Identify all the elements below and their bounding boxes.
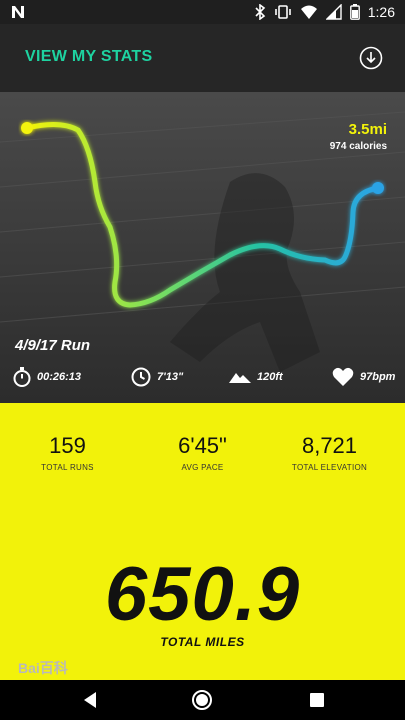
total-runs-label: TOTAL RUNS xyxy=(41,463,94,472)
total-runs-stat: 159 TOTAL RUNS xyxy=(0,433,135,472)
page-title: VIEW MY STATS xyxy=(25,48,153,65)
status-icons: 1:26 xyxy=(254,0,395,24)
battery-icon xyxy=(349,4,360,20)
route-map xyxy=(0,92,405,403)
back-triangle-icon[interactable] xyxy=(78,688,102,712)
vibrate-icon xyxy=(274,5,291,19)
run-date-label: 4/9/17 Run xyxy=(15,337,91,354)
total-miles-label: TOTAL MILES xyxy=(160,635,245,649)
run-distance: 3.5mi xyxy=(348,121,387,138)
heart-rate-value: 97bpm xyxy=(360,371,396,383)
wifi-icon xyxy=(300,5,317,19)
status-time: 1:26 xyxy=(367,4,395,20)
cell-signal-icon xyxy=(325,4,342,20)
notification-n-icon xyxy=(12,6,24,18)
avg-pace-stat: 6'45" AVG PACE xyxy=(135,433,270,472)
run-calories: 974 calories xyxy=(329,141,387,152)
app-header: VIEW MY STATS xyxy=(0,24,405,92)
run-route-card[interactable]: 3.5mi 974 calories 4/9/17 Run 00:26:13 7… xyxy=(0,92,405,403)
app-screen: 1:26 VIEW MY STATS 3.5mi 974 calories 4/… xyxy=(0,0,405,720)
clock-icon xyxy=(131,367,151,387)
watermark-logo: Bai百科 xyxy=(18,660,68,676)
home-circle-icon[interactable] xyxy=(190,688,214,712)
total-runs-value: 159 xyxy=(49,433,86,458)
total-elevation-value: 8,721 xyxy=(301,433,358,458)
pace-stat: 7'13" xyxy=(131,367,183,387)
mountain-icon xyxy=(229,373,251,383)
avg-pace-value: 6'45" xyxy=(178,433,227,458)
system-nav-bar xyxy=(0,680,405,720)
heart-rate-stat: 97bpm xyxy=(332,367,395,387)
total-elevation-stat: 8,721 TOTAL ELEVATION xyxy=(262,433,397,472)
route-start-dot xyxy=(21,122,33,134)
duration-stat: 00:26:13 xyxy=(13,367,81,387)
pace-value: 7'13" xyxy=(157,371,184,383)
avg-pace-label: AVG PACE xyxy=(181,463,224,472)
status-bar: 1:26 xyxy=(0,0,405,24)
elevation-value: 120ft xyxy=(257,371,283,383)
heart-icon xyxy=(332,367,354,386)
bluetooth-icon xyxy=(255,4,265,20)
duration-value: 00:26:13 xyxy=(37,371,82,383)
summary-panel: 159 TOTAL RUNS 6'45" AVG PACE 8,721 TOTA… xyxy=(0,403,405,680)
recents-square-icon[interactable] xyxy=(305,688,329,712)
elevation-stat: 120ft xyxy=(229,367,283,387)
download-circle-icon[interactable] xyxy=(359,46,383,70)
route-end-dot xyxy=(372,182,384,194)
total-miles-value: 650.9 xyxy=(104,552,301,637)
total-elevation-label: TOTAL ELEVATION xyxy=(291,463,368,472)
stopwatch-icon xyxy=(13,367,31,387)
